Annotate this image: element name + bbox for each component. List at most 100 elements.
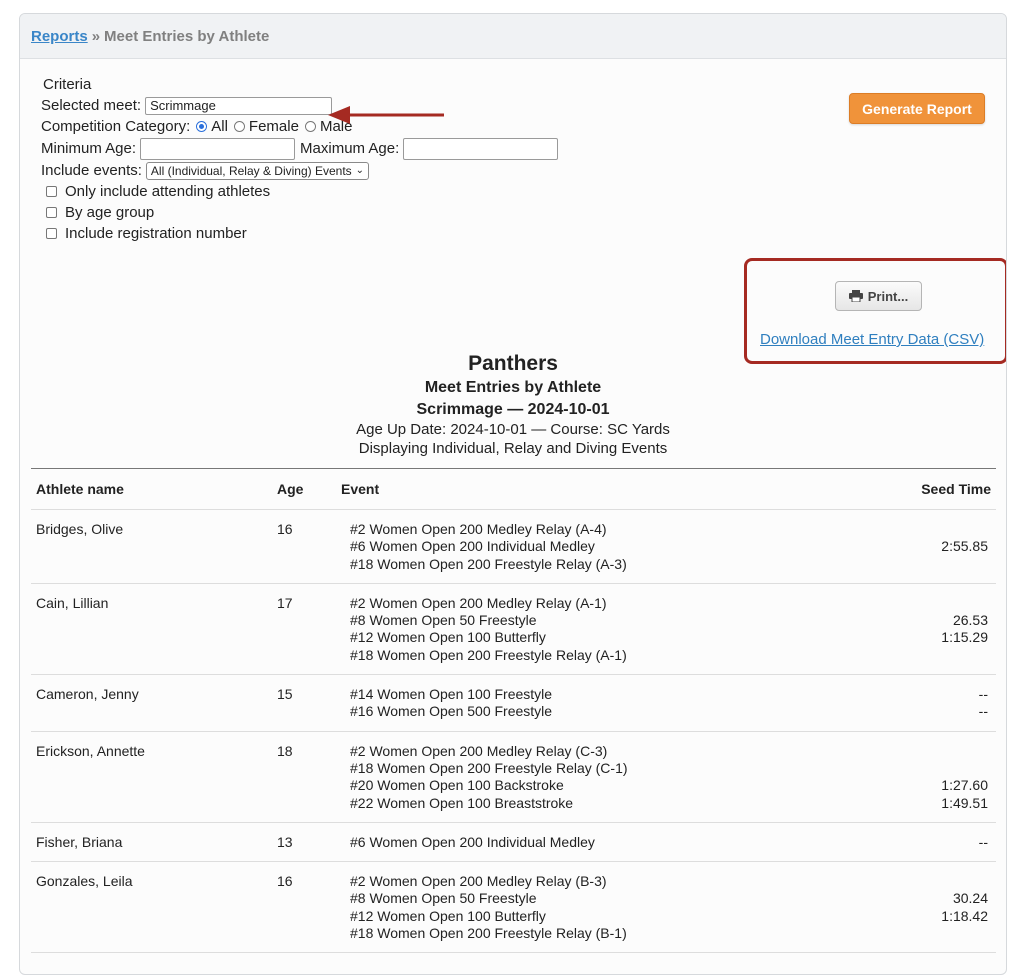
column-header-event: Event (336, 468, 863, 510)
seed-time (868, 556, 988, 573)
table-header-row: Athlete name Age Event Seed Time (31, 468, 996, 510)
event-entry: #16 Women Open 500 Freestyle (350, 703, 553, 720)
event-list: #2 Women Open 200 Medley Relay (A-1) #8 W… (336, 583, 863, 676)
column-header-age: Age (272, 468, 336, 510)
event-entry: #2 Women Open 200 Medley Relay (A-4) (350, 521, 607, 537)
seed-time: 1:15.29 (941, 629, 988, 646)
event-list: #14 Women Open 100 Freestyle #16 Women Op… (336, 674, 863, 732)
seed-time: -- (978, 703, 988, 720)
event-entry: #6 Women Open 200 Individual Medley (350, 538, 595, 555)
seed-time: -- (978, 833, 988, 850)
selected-meet-label: Selected meet: (41, 97, 142, 114)
table-row: Bridges, Olive 16 #2 Women Open 200 Medley… (31, 509, 996, 584)
seed-time-list: 30.24 1:18.42 (863, 861, 996, 954)
table-row: Fisher, Briana 13 #6 Women Open 200 Indivi… (31, 822, 996, 863)
min-age-input[interactable] (140, 137, 296, 160)
breadcrumb-reports-link[interactable]: Reports (31, 28, 88, 45)
event-entry: #14 Women Open 100 Freestyle (350, 686, 553, 703)
seed-time: 2:55.85 (941, 538, 988, 555)
event-list: #2 Women Open 200 Medley Relay (B-3) #8 W… (336, 861, 863, 954)
report-panel: Reports » Meet Entries by Athlete Criter… (19, 13, 1007, 975)
annotation-highlight-box (744, 258, 1006, 364)
seed-time: -- (978, 686, 988, 703)
table-row: Erickson, Annette 18 #2 Women Open 200 Med… (31, 731, 996, 823)
table-row: Cain, Lillian 17 #2 Women Open 200 Medley … (31, 583, 996, 676)
athlete-name: Bridges, Olive (31, 509, 272, 584)
event-entry: #2 Women Open 200 Medley Relay (B-3) (350, 873, 607, 890)
competition-category-label: Competition Category: (41, 118, 191, 135)
event-entry: #6 Women Open 200 Individual Medley (350, 833, 595, 850)
event-entry: #8 Women Open 50 Freestyle (350, 612, 537, 629)
table-row: Cameron, Jenny 15 #14 Women Open 100 Frees… (31, 674, 996, 732)
include-events-value: All (Individual, Relay & Diving) Events (150, 163, 352, 178)
include-events-label: Include events: (41, 162, 142, 179)
seed-time: 26.53 (952, 612, 988, 629)
category-all-radio[interactable] (196, 121, 208, 132)
athlete-age: 16 (272, 509, 336, 584)
event-list: #2 Women Open 200 Medley Relay (A-4) #6 W… (336, 509, 863, 584)
seed-time-list: 2:55.85 (863, 509, 996, 584)
age-group-checkbox[interactable] (46, 207, 57, 218)
criteria-form: Criteria Selected meet: Scrimmage Compet… (41, 74, 559, 244)
event-entry: #18 Women Open 200 Freestyle Relay (A-1) (350, 646, 627, 663)
print-button[interactable]: Print... (835, 281, 922, 311)
athlete-age: 13 (272, 822, 336, 863)
event-entry: #12 Women Open 100 Butterfly (350, 907, 546, 924)
event-entry: #18 Women Open 200 Freestyle Relay (C-1) (350, 759, 628, 776)
athlete-age: 16 (272, 861, 336, 954)
athlete-name: Fisher, Briana (31, 822, 272, 863)
seed-time (868, 595, 988, 612)
category-all-label: All (211, 118, 228, 135)
category-male-radio[interactable] (304, 121, 316, 132)
seed-time (868, 521, 988, 538)
athlete-name: Gonzales, Leila (31, 861, 272, 954)
seed-time: 30.24 (952, 890, 988, 907)
selected-meet-input[interactable]: Scrimmage (145, 96, 333, 115)
entries-table: Athlete name Age Event Seed Time Bridges… (31, 468, 996, 954)
seed-time-list: -- (863, 822, 996, 863)
athlete-age: 18 (272, 731, 336, 823)
age-group-label: By age group (65, 204, 155, 221)
seed-time-list: 26.53 1:15.29 (863, 583, 996, 676)
table-row: Gonzales, Leila 16 #2 Women Open 200 Medle… (31, 861, 996, 954)
criteria-title: Criteria (43, 76, 92, 93)
event-entry: #12 Women Open 100 Butterfly (350, 629, 546, 646)
seed-time (868, 743, 988, 760)
chevron-down-icon: ⌄ (355, 165, 365, 176)
breadcrumb-current: Meet Entries by Athlete (104, 27, 270, 45)
report-meet: Scrimmage — 2024-10-01 (416, 401, 610, 418)
report-age-line: Age Up Date: 2024-10-01 — Course: SC Yar… (356, 421, 670, 438)
seed-time: 1:49.51 (941, 794, 988, 811)
event-entry: #18 Women Open 200 Freestyle Relay (B-1) (350, 925, 627, 942)
seed-time-list: 1:27.60 1:49.51 (863, 731, 996, 823)
event-entry: #20 Women Open 100 Backstroke (350, 777, 564, 794)
event-entry: #18 Women Open 200 Freestyle Relay (A-3) (350, 555, 627, 572)
seed-time (868, 760, 988, 777)
seed-time (868, 647, 988, 664)
include-events-select[interactable]: All (Individual, Relay & Diving) Events … (145, 161, 370, 180)
column-header-athlete: Athlete name (31, 468, 272, 510)
attending-athletes-label: Only include attending athletes (65, 183, 271, 200)
seed-time: 1:18.42 (941, 907, 988, 924)
athlete-age: 15 (272, 674, 336, 732)
max-age-input[interactable] (403, 137, 559, 160)
category-female-radio[interactable] (233, 121, 245, 132)
download-csv-link[interactable]: Download Meet Entry Data (CSV) (760, 331, 984, 348)
generate-report-button[interactable]: Generate Report (849, 93, 985, 124)
registration-number-label: Include registration number (65, 225, 247, 242)
printer-icon (848, 290, 863, 302)
registration-number-checkbox[interactable] (46, 228, 57, 239)
athlete-name: Cameron, Jenny (31, 674, 272, 732)
event-entry: #8 Women Open 50 Freestyle (350, 890, 537, 907)
event-entry: #2 Women Open 200 Medley Relay (C-3) (350, 742, 608, 759)
report-title: Meet Entries by Athlete (424, 379, 602, 396)
min-age-label: Minimum Age: (41, 140, 137, 157)
seed-time-list: -- -- (863, 674, 996, 732)
report-team: Panthers (468, 352, 558, 375)
athlete-name: Erickson, Annette (31, 731, 272, 823)
event-entry: #22 Women Open 100 Breaststroke (350, 794, 574, 811)
category-female-label: Female (248, 118, 299, 135)
attending-athletes-checkbox[interactable] (46, 186, 57, 197)
seed-time (868, 925, 988, 942)
event-list: #2 Women Open 200 Medley Relay (C-3) #18 … (336, 731, 863, 823)
